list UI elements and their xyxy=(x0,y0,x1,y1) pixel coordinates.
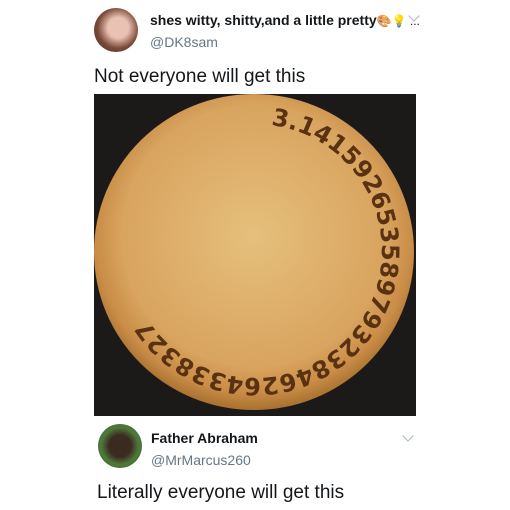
reply-chevron-down-icon[interactable] xyxy=(402,430,414,442)
pie-crust xyxy=(94,94,414,410)
reply-author-name[interactable]: Father Abraham xyxy=(151,430,258,446)
reply-avatar[interactable] xyxy=(98,424,142,468)
reply-handle[interactable]: @MrMarcus260 xyxy=(151,452,251,468)
tweet-text: Not everyone will get this xyxy=(94,66,306,87)
tweet-image-pie[interactable]: 3.14159265358979323846264338327 xyxy=(94,94,416,416)
author-name[interactable]: shes witty, shitty,and a little pretty🎨💡… xyxy=(150,12,420,28)
author-avatar[interactable] xyxy=(94,8,138,52)
author-handle[interactable]: @DK8sam xyxy=(150,34,218,50)
reply-text: Literally everyone will get this xyxy=(97,482,345,503)
pie-photo: 3.14159265358979323846264338327 xyxy=(94,94,416,416)
author-name-text: shes witty, shitty,and a little pretty xyxy=(150,12,377,28)
